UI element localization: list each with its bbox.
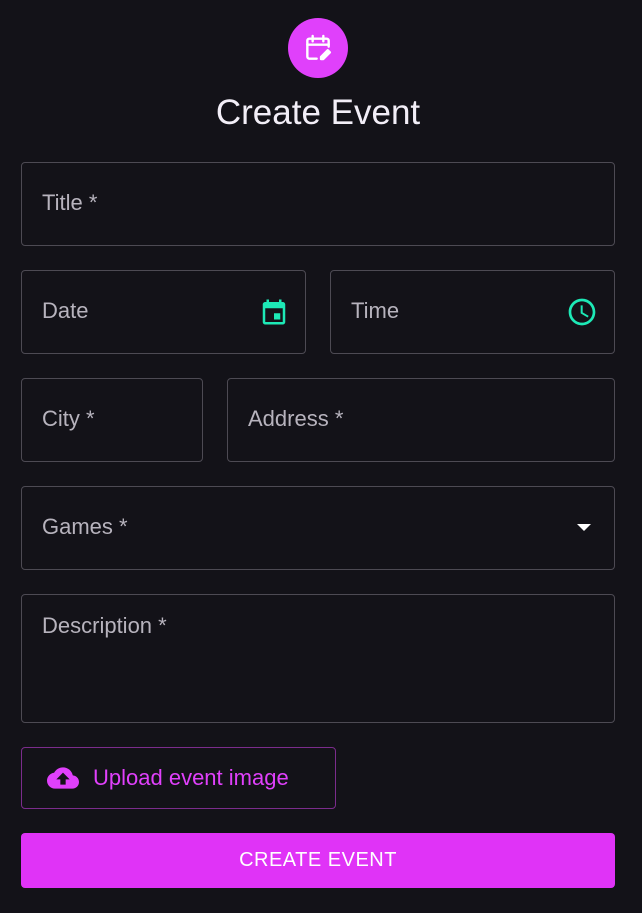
description-field-label: Description * [42,613,167,638]
title-field-label: Title * [42,190,98,215]
title-field[interactable]: Title * [21,162,615,246]
calendar-icon[interactable] [259,296,289,328]
time-field-label: Time [351,298,400,323]
time-field[interactable]: Time [330,270,615,354]
page-title: Create Event [215,93,421,132]
upload-image-label: Upload event image [93,765,289,790]
date-field[interactable]: Date [21,270,306,354]
upload-image-button[interactable]: Upload event image [21,747,336,809]
create-event-page: Create Event Title * Date Time City * Ad… [0,0,642,913]
city-field-label: City * [42,406,95,431]
clock-icon[interactable] [566,296,598,328]
games-select-label: Games * [42,514,128,539]
games-select[interactable]: Games * [21,486,615,570]
city-field[interactable]: City * [21,378,203,462]
address-field[interactable]: Address * [227,378,615,462]
address-field-label: Address * [248,406,344,431]
cloud-upload-icon [47,762,79,794]
date-field-label: Date [42,298,89,323]
description-field[interactable]: Description * [21,594,615,723]
dropdown-arrow-icon[interactable] [574,522,594,534]
calendar-edit-icon [288,18,348,78]
create-event-button[interactable]: CREATE EVENT [21,833,615,888]
